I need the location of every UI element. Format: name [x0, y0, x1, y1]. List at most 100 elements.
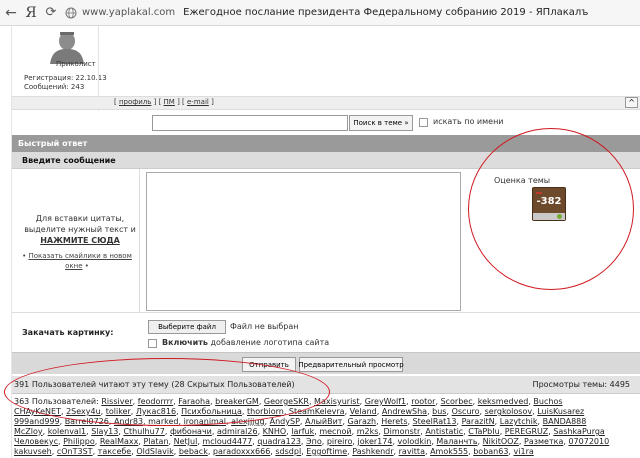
user-link[interactable]: 07072010 — [568, 437, 609, 446]
user-link[interactable]: paradoxxx666 — [213, 447, 270, 456]
user-link[interactable]: ParazitN — [462, 417, 495, 426]
user-link[interactable]: thorbiorn — [247, 407, 284, 416]
back-arrow-icon[interactable]: ← — [0, 5, 22, 21]
user-link[interactable]: Scorbec — [441, 397, 473, 406]
logo-checkbox[interactable] — [148, 339, 157, 348]
user-link[interactable]: CTaPbIu — [468, 427, 499, 436]
user-link[interactable]: cOnT3ST — [57, 447, 93, 456]
user-link[interactable]: Antistatic — [425, 427, 463, 436]
user-link[interactable]: volodkin — [398, 437, 432, 446]
user-link[interactable]: bus — [432, 407, 446, 416]
topic-search-button[interactable]: Поиск в теме » — [349, 115, 413, 131]
user-link[interactable]: PEREGRUZ — [505, 427, 548, 436]
message-textarea[interactable] — [146, 172, 461, 311]
smiles-link[interactable]: • Показать смайлики в новом окне • — [18, 251, 136, 271]
smiles-link-line-2[interactable]: окне — [65, 262, 82, 270]
user-link[interactable]: SteamKelevra — [289, 407, 345, 416]
user-link[interactable]: admiral26 — [217, 427, 258, 436]
user-link[interactable]: BANDA888 — [543, 417, 587, 426]
scroll-top-button[interactable]: ^ — [625, 97, 638, 108]
user-link[interactable]: Эпо — [306, 437, 322, 446]
user-link[interactable]: Cthulhu77 — [123, 427, 164, 436]
user-link[interactable]: toliker — [106, 407, 131, 416]
user-link[interactable]: Rissiver — [101, 397, 132, 406]
user-link[interactable]: beback — [179, 447, 208, 456]
search-by-name-checkbox[interactable] — [419, 118, 428, 127]
user-link[interactable]: Разметка — [524, 437, 563, 446]
user-link[interactable]: quadra123 — [257, 437, 301, 446]
user-link[interactable]: pireiro — [327, 437, 353, 446]
user-link[interactable]: Maxisyurist — [314, 397, 360, 406]
user-link[interactable]: Человекус — [14, 437, 58, 446]
user-link[interactable]: Veland — [350, 407, 377, 416]
user-link[interactable]: joker174 — [358, 437, 393, 446]
user-link[interactable]: GreyWolf1 — [365, 397, 406, 406]
user-link[interactable]: Eggoftime — [306, 447, 347, 456]
topic-rating-widget[interactable]: -382 — [532, 187, 566, 221]
user-link[interactable]: Platan — [143, 437, 168, 446]
user-link[interactable]: Pashkendr — [352, 447, 393, 456]
user-link[interactable]: rootor — [411, 397, 435, 406]
user-link[interactable]: Amok555 — [430, 447, 468, 456]
avatar[interactable] — [42, 30, 92, 64]
user-link[interactable]: GeorgeSKR — [264, 397, 309, 406]
user-link[interactable]: mecnoй — [319, 427, 351, 436]
user-link[interactable]: Philippo — [63, 437, 95, 446]
user-link[interactable]: Lazytchik — [500, 417, 538, 426]
reload-icon[interactable]: ⟳ — [40, 5, 62, 20]
user-link[interactable]: NetJul — [174, 437, 198, 446]
user-link[interactable]: sergkolosov — [485, 407, 532, 416]
user-link[interactable]: alexjjjgg — [231, 417, 264, 426]
user-link[interactable]: Dimonstr — [384, 427, 421, 436]
user-link[interactable]: АлыйВит — [305, 417, 342, 426]
user-link[interactable]: McZloy — [14, 427, 43, 436]
user-link[interactable]: 2Sexy4u — [66, 407, 101, 416]
user-link[interactable]: Маланчть — [436, 437, 477, 446]
email-link[interactable]: e-mail — [187, 98, 209, 106]
profile-link[interactable]: профиль — [119, 98, 151, 106]
topic-search-input[interactable] — [152, 115, 348, 131]
user-link[interactable]: RealMaxx — [100, 437, 139, 446]
user-link[interactable]: kakuvseh — [14, 447, 52, 456]
user-link[interactable]: Garazh — [348, 417, 377, 426]
user-link[interactable]: feodorrrr — [138, 397, 173, 406]
user-link[interactable]: sdsdpl — [275, 447, 301, 456]
user-link[interactable]: Herets — [381, 417, 407, 426]
user-link[interactable]: AndrewSha — [382, 407, 427, 416]
smiles-link-line-1[interactable]: Показать смайлики в новом — [28, 252, 131, 260]
user-link[interactable]: larfuk — [291, 427, 314, 436]
pm-link[interactable]: ПМ — [164, 98, 175, 106]
user-link[interactable]: фибоначи — [170, 427, 212, 436]
user-link[interactable]: 999and999 — [14, 417, 60, 426]
choose-file-button[interactable]: Выберите файл — [148, 320, 226, 334]
user-link[interactable]: AndySP — [270, 417, 300, 426]
user-link[interactable]: kolenval1 — [48, 427, 86, 436]
user-link[interactable]: NikitOOZ — [483, 437, 519, 446]
user-link[interactable]: boban63 — [473, 447, 508, 456]
yandex-logo-icon[interactable]: Я — [22, 5, 40, 21]
user-link[interactable]: breakerGM — [215, 397, 259, 406]
user-link[interactable]: SashkaPurga — [553, 427, 605, 436]
user-link[interactable]: KNHO — [263, 427, 287, 436]
user-link[interactable]: Slay13 — [91, 427, 118, 436]
user-link[interactable]: Oscuro — [452, 407, 480, 416]
user-link[interactable]: Faraoha — [178, 397, 210, 406]
preview-button[interactable]: Предварительный просмотр — [298, 357, 404, 372]
vote-down-icon[interactable] — [536, 192, 542, 194]
user-link[interactable]: SteelRat13 — [413, 417, 457, 426]
user-link[interactable]: Buchos — [533, 397, 562, 406]
user-link[interactable]: LuisKusarez — [537, 407, 584, 416]
user-link[interactable]: vi1ra — [514, 447, 534, 456]
user-link[interactable]: Barrel0726 — [65, 417, 109, 426]
globe-icon[interactable] — [62, 4, 80, 22]
user-link[interactable]: ravitta — [399, 447, 425, 456]
vote-up-icon[interactable] — [557, 214, 562, 219]
user-link[interactable]: marked — [148, 417, 178, 426]
user-link[interactable]: Andr83 — [114, 417, 143, 426]
address-bar-url[interactable]: www.yaplakal.com — [82, 7, 175, 18]
user-link[interactable]: Психбольница — [181, 407, 242, 416]
user-link[interactable]: таксебе — [98, 447, 132, 456]
insert-quote-link[interactable]: НАЖМИТЕ СЮДА — [40, 236, 120, 245]
user-link[interactable]: CHAyKeNET — [14, 407, 61, 416]
user-link[interactable]: m2ks — [357, 427, 379, 436]
